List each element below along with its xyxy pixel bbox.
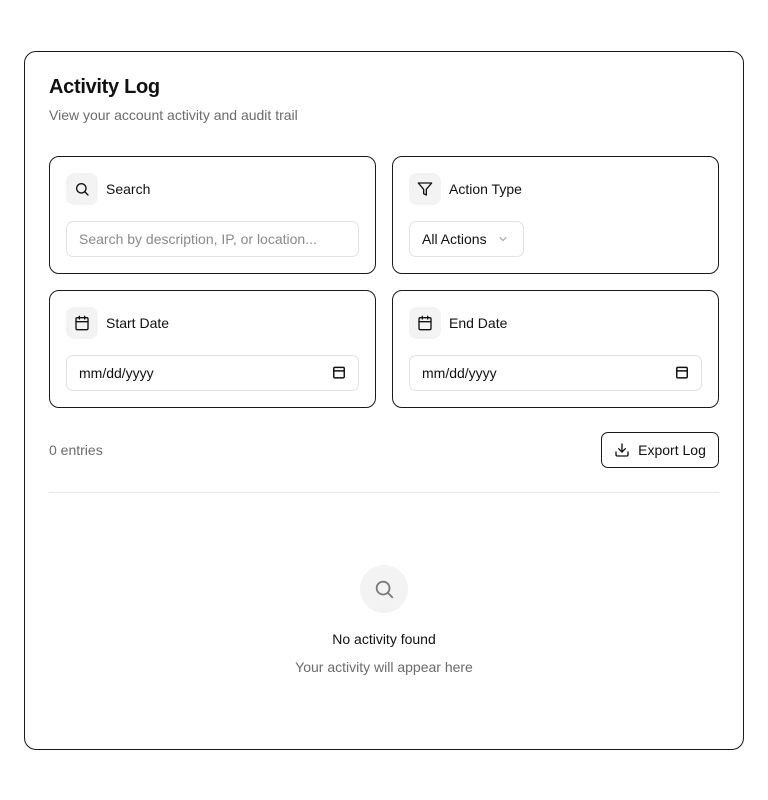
search-filter-panel: Search bbox=[49, 156, 376, 274]
empty-state-title: No activity found bbox=[332, 631, 436, 647]
end-date-filter-header: End Date bbox=[409, 307, 507, 339]
end-date-filter-label: End Date bbox=[449, 315, 508, 331]
action-type-filter-header: Action Type bbox=[409, 173, 522, 205]
action-type-select[interactable]: All Actions bbox=[409, 221, 524, 257]
action-type-selected-value: All Actions bbox=[422, 231, 487, 247]
start-date-value: mm/dd/yyyy bbox=[79, 365, 154, 381]
calendar-icon bbox=[66, 307, 98, 339]
page-title: Activity Log bbox=[49, 76, 160, 98]
start-date-filter-header: Start Date bbox=[66, 307, 169, 339]
search-icon bbox=[66, 173, 98, 205]
action-type-filter-panel: Action Type All Actions bbox=[392, 156, 719, 274]
start-date-filter-panel: Start Date mm/dd/yyyy bbox=[49, 290, 376, 408]
filter-icon bbox=[409, 173, 441, 205]
empty-state-subtitle: Your activity will appear here bbox=[295, 659, 473, 675]
start-date-filter-label: Start Date bbox=[106, 315, 170, 331]
entries-count: 0 entries bbox=[49, 442, 103, 458]
download-icon bbox=[614, 442, 630, 458]
end-date-filter-panel: End Date mm/dd/yyyy bbox=[392, 290, 719, 408]
start-date-input[interactable]: mm/dd/yyyy bbox=[66, 355, 359, 391]
action-type-filter-label: Action Type bbox=[449, 181, 522, 197]
search-filter-label: Search bbox=[106, 181, 151, 197]
end-date-value: mm/dd/yyyy bbox=[422, 365, 497, 381]
search-input[interactable] bbox=[66, 221, 359, 257]
chevron-down-icon bbox=[497, 233, 509, 245]
export-log-button[interactable]: Export Log bbox=[601, 432, 719, 468]
end-date-input[interactable]: mm/dd/yyyy bbox=[409, 355, 702, 391]
calendar-icon bbox=[409, 307, 441, 339]
activity-log-card: Activity Log View your account activity … bbox=[24, 51, 744, 750]
empty-search-icon bbox=[360, 565, 408, 613]
search-filter-header: Search bbox=[66, 173, 150, 205]
page-subtitle: View your account activity and audit tra… bbox=[49, 107, 298, 123]
divider bbox=[49, 492, 719, 493]
date-picker-icon[interactable] bbox=[332, 365, 346, 382]
date-picker-icon[interactable] bbox=[675, 365, 689, 382]
export-log-label: Export Log bbox=[638, 442, 706, 458]
